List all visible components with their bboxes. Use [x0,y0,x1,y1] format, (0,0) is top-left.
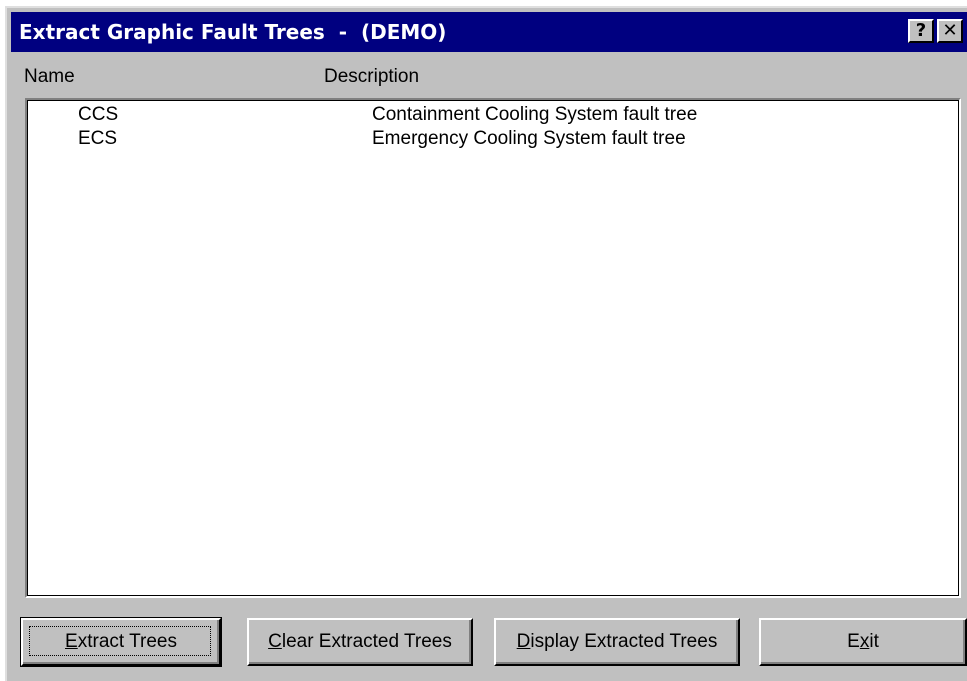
extract-fault-trees-dialog: Extract Graphic Fault Trees - (DEMO) ? ✕… [5,6,967,681]
tree-name: ECS [78,128,118,149]
display-extracted-trees-label: Display Extracted Trees [516,631,718,652]
clear-extracted-trees-button[interactable]: Clear Extracted Trees [247,618,473,666]
tree-description: Emergency Cooling System fault tree [372,128,686,149]
tree-description: Containment Cooling System fault tree [372,104,698,125]
exit-button[interactable]: Exit [759,618,967,666]
close-button[interactable]: ✕ [937,19,963,43]
title-bar[interactable]: Extract Graphic Fault Trees - (DEMO) ? ✕ [11,12,967,52]
help-button[interactable]: ? [908,19,934,43]
close-icon: ✕ [942,20,958,41]
clear-extracted-trees-label: Clear Extracted Trees [268,631,452,652]
extract-trees-label: Extract Trees [65,631,177,652]
column-header-description: Description [324,66,420,87]
display-extracted-trees-button[interactable]: Display Extracted Trees [494,618,740,666]
tree-name: CCS [78,104,119,125]
window-title: Extract Graphic Fault Trees - (DEMO) [19,20,447,44]
column-header-name: Name [24,66,75,87]
extract-trees-button[interactable]: Extract Trees [20,617,222,667]
fault-tree-list[interactable]: CCS Containment Cooling System fault tre… [25,98,961,598]
exit-label: Exit [847,631,879,652]
list-item[interactable]: ECS Emergency Cooling System fault tree [27,128,959,152]
help-icon: ? [915,20,927,41]
title-bar-buttons: ? ✕ [908,19,963,43]
list-item[interactable]: CCS Containment Cooling System fault tre… [27,104,959,128]
